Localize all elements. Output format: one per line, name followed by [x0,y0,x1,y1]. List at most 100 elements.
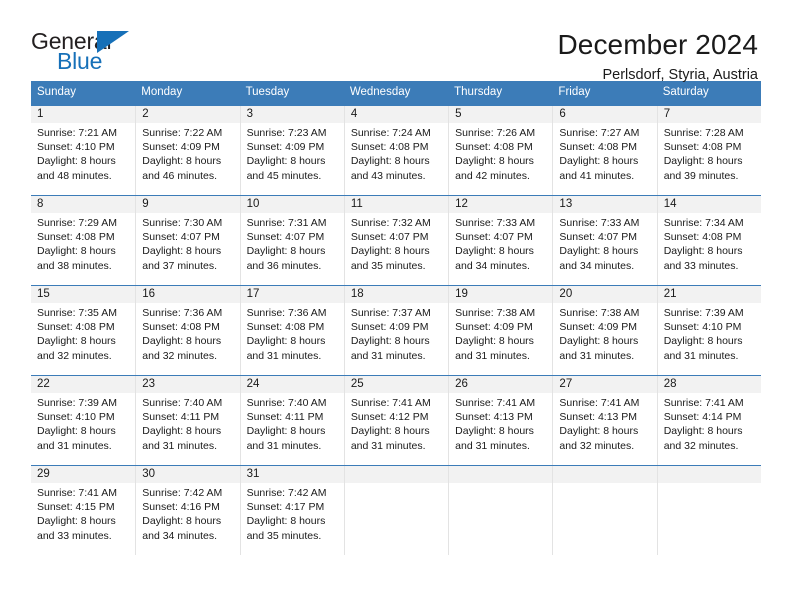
day-number: 13 [553,196,657,213]
daylight-line-1: Daylight: 8 hours [455,425,534,438]
day-number [657,466,761,483]
week-row: 8 Sunrise: 7:29 AM Sunset: 4:08 PM Daylight… [31,195,761,285]
sunset-line: Sunset: 4:09 PM [142,141,220,154]
day-cell[interactable]: 13 Sunrise: 7:33 AM Sunset: 4:07 PM Dayligh… [552,196,657,285]
day-cell[interactable]: 16 Sunrise: 7:36 AM Sunset: 4:08 PM Dayligh… [135,286,240,375]
day-cell[interactable]: 10 Sunrise: 7:31 AM Sunset: 4:07 PM Dayligh… [239,196,344,285]
day-cell[interactable]: 17 Sunrise: 7:36 AM Sunset: 4:08 PM Dayligh… [239,286,344,375]
day-cell-empty [343,466,449,555]
day-cell[interactable]: 8 Sunrise: 7:29 AM Sunset: 4:08 PM Daylight… [31,196,136,285]
day-cell[interactable]: 3 Sunrise: 7:23 AM Sunset: 4:09 PM Daylight… [239,106,344,195]
day-cell[interactable]: 18 Sunrise: 7:37 AM Sunset: 4:09 PM Dayligh… [343,286,449,375]
sunrise-line: Sunrise: 7:32 AM [350,217,431,229]
day-cell[interactable]: 2 Sunrise: 7:22 AM Sunset: 4:09 PM Daylight… [135,106,240,195]
sunset-line: Sunset: 4:13 PM [559,411,638,424]
day-cell[interactable]: 1 Sunrise: 7:21 AM Sunset: 4:10 PM Daylight… [31,106,136,195]
day-number: 30 [136,466,240,483]
day-number [344,466,449,483]
day-cell[interactable]: 26 Sunrise: 7:41 AM Sunset: 4:13 PM Dayligh… [448,376,553,465]
sunset-line: Sunset: 4:08 PM [37,321,115,334]
sunset-line: Sunset: 4:09 PM [559,321,638,334]
day-cell[interactable]: 24 Sunrise: 7:40 AM Sunset: 4:11 PM Dayligh… [239,376,344,465]
daylight-line-1: Daylight: 8 hours [142,515,222,528]
sunrise-line: Sunrise: 7:22 AM [142,127,223,139]
day-cell[interactable]: 14 Sunrise: 7:34 AM Sunset: 4:08 PM Dayligh… [656,196,761,285]
daylight-line-1: Daylight: 8 hours [142,425,222,438]
day-cell[interactable]: 20 Sunrise: 7:38 AM Sunset: 4:09 PM Dayligh… [552,286,657,375]
daylight-line-2: and 48 minutes. [37,169,112,182]
day-cell[interactable]: 11 Sunrise: 7:32 AM Sunset: 4:07 PM Dayligh… [343,196,449,285]
sunset-line: Sunset: 4:09 PM [350,321,429,334]
weekday-header-friday: Friday [558,86,591,98]
day-cell[interactable]: 22 Sunrise: 7:39 AM Sunset: 4:10 PM Dayligh… [31,376,136,465]
day-number: 3 [240,106,344,123]
daylight-line-1: Daylight: 8 hours [37,335,116,348]
day-cell[interactable]: 28 Sunrise: 7:41 AM Sunset: 4:14 PM Dayligh… [656,376,761,465]
day-number: 1 [31,106,136,123]
sunset-line: Sunset: 4:15 PM [37,501,115,514]
daylight-line-1: Daylight: 8 hours [37,245,116,258]
sunset-line: Sunset: 4:07 PM [350,231,429,244]
day-details: Sunrise: 7:36 AM Sunset: 4:08 PM Daylight:… [136,303,239,363]
week-row: 15 Sunrise: 7:35 AM Sunset: 4:08 PM Dayligh… [31,285,761,375]
sunrise-line: Sunrise: 7:38 AM [455,307,536,319]
day-cell[interactable]: 23 Sunrise: 7:40 AM Sunset: 4:11 PM Dayligh… [135,376,240,465]
sunset-line: Sunset: 4:12 PM [350,411,429,424]
sunrise-line: Sunrise: 7:33 AM [559,217,640,229]
weekday-header-tuesday: Tuesday [245,86,290,98]
sunset-line: Sunset: 4:07 PM [559,231,638,244]
sunset-line: Sunset: 4:14 PM [663,411,742,424]
calendar-grid: Sunday Monday Tuesday Wednesday Thursday… [31,81,761,555]
daylight-line-2: and 41 minutes. [559,169,635,182]
sunset-line: Sunset: 4:07 PM [455,231,533,244]
day-number: 4 [344,106,449,123]
day-cell[interactable]: 21 Sunrise: 7:39 AM Sunset: 4:10 PM Dayligh… [656,286,761,375]
day-cell[interactable]: 12 Sunrise: 7:33 AM Sunset: 4:07 PM Dayligh… [448,196,553,285]
sunset-line: Sunset: 4:11 PM [246,411,324,424]
day-details: Sunrise: 7:30 AM Sunset: 4:07 PM Daylight:… [136,213,239,273]
sunset-line: Sunset: 4:09 PM [246,141,325,154]
daylight-line-1: Daylight: 8 hours [246,155,326,168]
day-cell[interactable]: 5 Sunrise: 7:26 AM Sunset: 4:08 PM Daylight… [448,106,553,195]
day-details: Sunrise: 7:21 AM Sunset: 4:10 PM Daylight:… [31,123,135,183]
day-cell[interactable]: 19 Sunrise: 7:38 AM Sunset: 4:09 PM Dayligh… [448,286,553,375]
general-blue-logo[interactable]: General Blue [31,28,141,76]
daylight-line-1: Daylight: 8 hours [350,155,430,168]
sunrise-line: Sunrise: 7:41 AM [350,397,431,409]
daylight-line-2: and 31 minutes. [559,349,635,362]
day-details: Sunrise: 7:27 AM Sunset: 4:08 PM Daylight:… [553,123,656,183]
sunset-line: Sunset: 4:08 PM [663,231,742,244]
sunrise-line: Sunrise: 7:36 AM [142,307,223,319]
day-details: Sunrise: 7:41 AM Sunset: 4:13 PM Daylight:… [449,393,552,453]
sunset-line: Sunset: 4:10 PM [37,141,115,154]
sunrise-line: Sunrise: 7:27 AM [559,127,640,139]
sunrise-line: Sunrise: 7:31 AM [246,217,327,229]
daylight-line-1: Daylight: 8 hours [142,335,222,348]
day-cell[interactable]: 9 Sunrise: 7:30 AM Sunset: 4:07 PM Daylight… [135,196,240,285]
day-details: Sunrise: 7:41 AM Sunset: 4:14 PM Daylight:… [658,393,761,453]
sunset-line: Sunset: 4:07 PM [142,231,220,244]
day-cell[interactable]: 30 Sunrise: 7:42 AM Sunset: 4:16 PM Dayligh… [135,466,240,555]
sunset-line: Sunset: 4:09 PM [455,321,533,334]
day-details: Sunrise: 7:40 AM Sunset: 4:11 PM Daylight:… [136,393,239,453]
sunrise-line: Sunrise: 7:39 AM [37,397,117,409]
day-cell[interactable]: 6 Sunrise: 7:27 AM Sunset: 4:08 PM Daylight… [552,106,657,195]
day-cell[interactable]: 25 Sunrise: 7:41 AM Sunset: 4:12 PM Dayligh… [343,376,449,465]
day-details: Sunrise: 7:38 AM Sunset: 4:09 PM Daylight:… [449,303,552,363]
daylight-line-2: and 31 minutes. [142,439,217,452]
day-details [658,483,761,486]
weekday-header-monday: Monday [141,86,183,98]
day-cell[interactable]: 31 Sunrise: 7:42 AM Sunset: 4:17 PM Dayligh… [239,466,344,555]
daylight-line-2: and 37 minutes. [142,259,217,272]
day-cell[interactable]: 29 Sunrise: 7:41 AM Sunset: 4:15 PM Dayligh… [31,466,136,555]
daylight-line-2: and 42 minutes. [455,169,530,182]
day-details: Sunrise: 7:40 AM Sunset: 4:11 PM Daylight:… [241,393,344,453]
day-cell[interactable]: 27 Sunrise: 7:41 AM Sunset: 4:13 PM Dayligh… [552,376,657,465]
sunset-line: Sunset: 4:17 PM [246,501,325,514]
sunrise-line: Sunrise: 7:24 AM [350,127,431,139]
day-cell[interactable]: 7 Sunrise: 7:28 AM Sunset: 4:08 PM Daylight… [656,106,761,195]
sunrise-line: Sunrise: 7:29 AM [37,217,117,229]
day-cell[interactable]: 15 Sunrise: 7:35 AM Sunset: 4:08 PM Dayligh… [31,286,136,375]
daylight-line-1: Daylight: 8 hours [350,425,430,438]
day-cell[interactable]: 4 Sunrise: 7:24 AM Sunset: 4:08 PM Daylight… [343,106,449,195]
